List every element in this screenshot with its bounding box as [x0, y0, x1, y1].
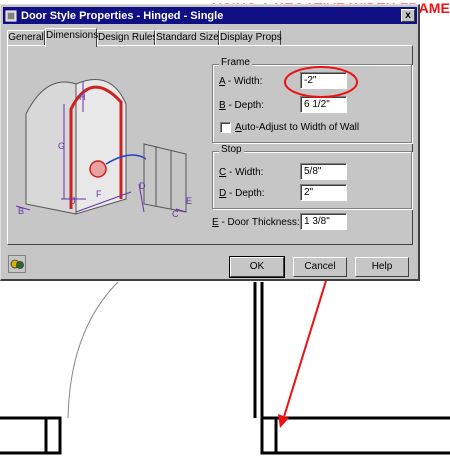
- tab-standard-sizes[interactable]: Standard Sizes: [155, 30, 224, 45]
- door-thickness-label: E - Door Thickness:: [212, 217, 300, 228]
- stop-depth-input[interactable]: 2": [300, 184, 347, 201]
- auto-adjust-label[interactable]: Auto-Adjust to Width of Wall: [235, 122, 359, 133]
- door-dimensions-illustration: H G J F B D C E: [16, 79, 192, 219]
- annotation-ellipse: [284, 66, 358, 98]
- stop-depth-text: - Depth:: [226, 188, 265, 199]
- help-button[interactable]: Help: [355, 257, 409, 277]
- stop-group-label: Stop: [219, 144, 244, 155]
- stop-width-text: - Width:: [226, 167, 264, 178]
- app-icon: [5, 10, 17, 21]
- right-frame: [260, 416, 278, 455]
- whats-this-help-icon[interactable]: [8, 255, 26, 273]
- stop-width-input[interactable]: 5/8": [300, 163, 347, 180]
- auto-adjust-text: uto-Adjust to Width of Wall: [241, 122, 360, 133]
- stop-depth-label: D - Depth:: [219, 188, 265, 199]
- label-e: E: [186, 196, 192, 206]
- label-b: B: [18, 206, 24, 216]
- auto-adjust-key: A: [235, 122, 242, 133]
- door-swing-arc: [67, 281, 119, 419]
- frame-group-label: Frame: [219, 57, 252, 68]
- frame-depth-label: B - Depth:: [219, 100, 264, 111]
- tab-design-rules[interactable]: Design Rules: [97, 30, 157, 45]
- label-c: C: [172, 209, 179, 219]
- frame-depth-key: B: [219, 100, 226, 111]
- annotation-arrow-head: [278, 414, 289, 428]
- title-bar[interactable]: Door Style Properties - Hinged - Single …: [3, 7, 417, 24]
- frame-width-label: A - Width:: [219, 76, 262, 87]
- window-title: Door Style Properties - Hinged - Single: [21, 9, 224, 22]
- jamb-detail: [143, 143, 187, 213]
- auto-adjust-checkbox[interactable]: [220, 122, 231, 133]
- tab-dimensions[interactable]: Dimensions: [45, 28, 98, 47]
- tab-general[interactable]: General: [7, 30, 45, 45]
- label-g: G: [58, 141, 65, 151]
- left-frame: [44, 416, 62, 455]
- tab-display-props[interactable]: Display Props: [219, 30, 282, 45]
- ok-button[interactable]: OK: [229, 256, 285, 278]
- frame-width-text: - Width:: [225, 76, 263, 87]
- frame-depth-text: - Depth:: [225, 100, 265, 111]
- close-button[interactable]: x: [401, 9, 415, 22]
- cancel-button[interactable]: Cancel: [293, 257, 347, 277]
- detail-callout-circle: [89, 160, 107, 178]
- label-d: D: [139, 181, 146, 191]
- annotation-ellipse-shape: [284, 66, 358, 98]
- door-thickness-text: - Door Thickness:: [218, 217, 300, 228]
- door-thickness-key: E: [212, 217, 219, 228]
- label-f: F: [96, 189, 102, 199]
- label-j: J: [71, 196, 76, 206]
- door-panel-left: [25, 81, 77, 215]
- door-thickness-input[interactable]: 1 3/8": [300, 213, 347, 230]
- label-h: H: [79, 92, 86, 102]
- stop-width-label: C - Width:: [219, 167, 263, 178]
